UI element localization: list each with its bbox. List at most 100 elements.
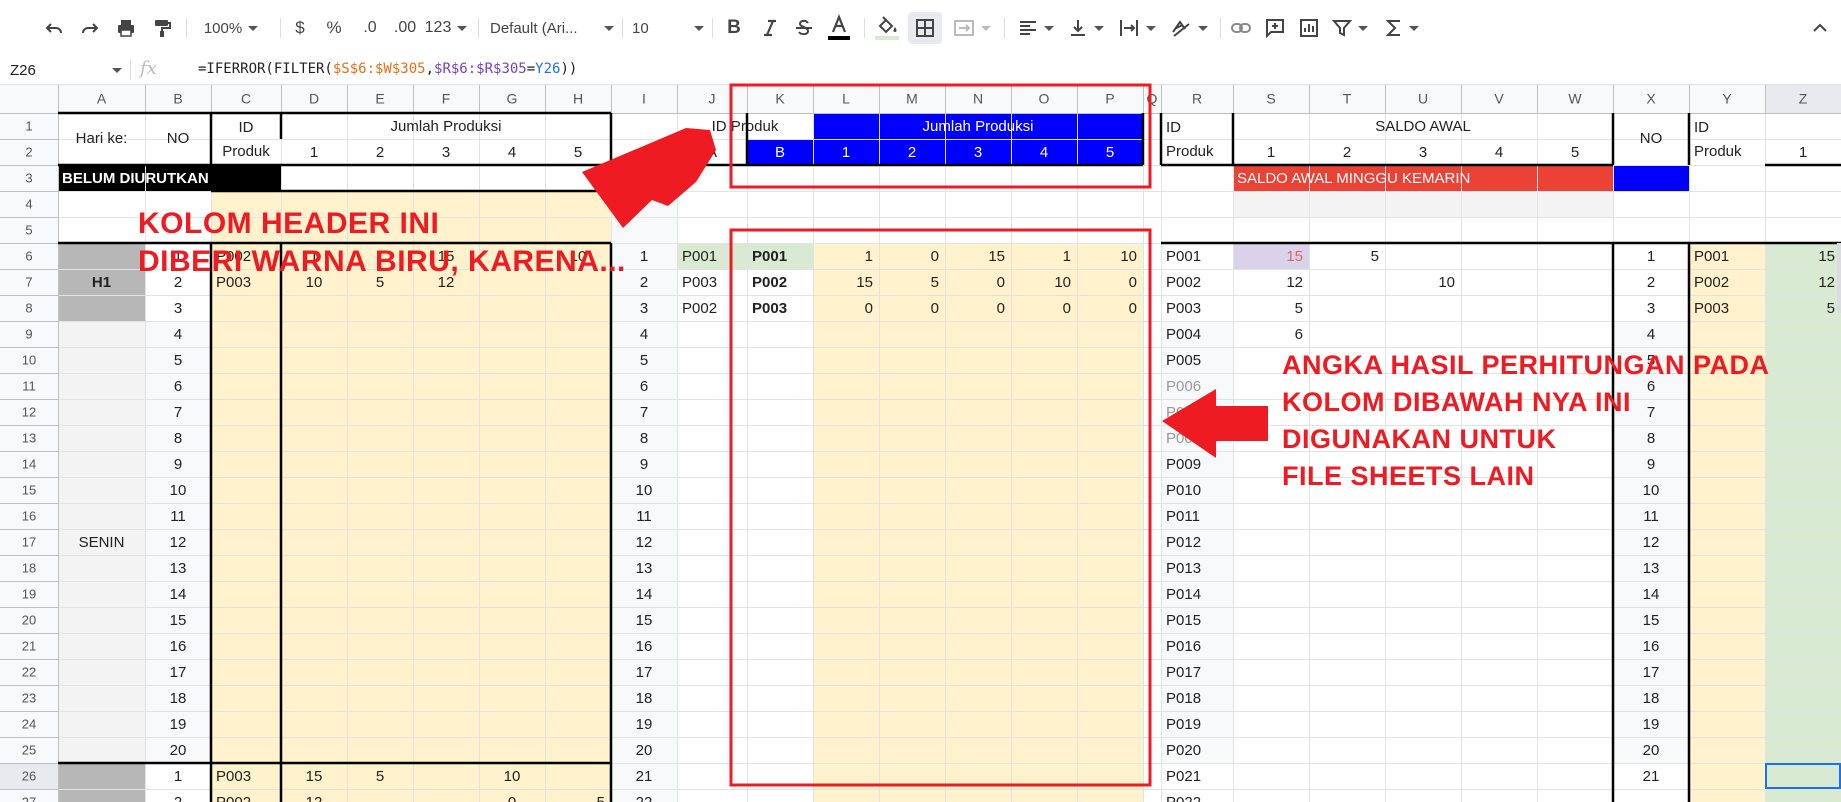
filter-button[interactable] [1328,12,1372,44]
align-bottom-icon [1071,20,1085,36]
horizontal-align-button[interactable] [1014,12,1058,44]
row-header-10: 10 [22,352,36,367]
currency-button[interactable]: $ [288,12,312,44]
header-no-x: NO [1640,130,1663,147]
y-id: P003 [1694,300,1729,317]
row-header-11: 11 [22,378,36,393]
row-header-4: 4 [25,196,32,211]
paint-format-button[interactable] [148,12,176,44]
row-header-17: 17 [22,534,36,549]
row-header-25: 25 [22,742,36,757]
row-header-23: 23 [22,690,36,705]
collapse-toolbar-button[interactable] [1808,12,1832,44]
row-26-header-selected [0,763,58,789]
b-number: 7 [174,404,182,421]
i-number: 8 [640,430,648,447]
insert-link-button[interactable] [1226,12,1256,44]
i-number: 12 [636,534,653,551]
column-header-K: K [775,91,785,107]
header-day-saldo-3: 3 [1419,144,1427,161]
mid-value: 5 [931,274,939,291]
link-icon [1231,23,1251,33]
row-header-15: 15 [22,482,36,497]
print-button[interactable] [112,12,140,44]
font-family-select[interactable]: Default (Ari... [490,12,614,44]
print-icon [118,20,134,37]
undo-button[interactable] [40,12,68,44]
j6-fill [677,243,747,269]
text-rotation-button[interactable] [1166,12,1212,44]
redo-button[interactable] [76,12,104,44]
functions-button[interactable] [1380,12,1424,44]
percent-button[interactable]: % [322,12,346,44]
r-id: P013 [1166,560,1201,577]
row-header-2: 2 [25,144,32,159]
mid-value: 0 [1063,300,1071,317]
s6-fill [1233,243,1309,269]
x-number: 11 [1643,508,1659,525]
text-wrapping-button[interactable] [1114,12,1160,44]
fill-color-icon [875,16,899,40]
i-number: 10 [636,482,653,499]
merge-cells-button[interactable] [948,12,996,44]
chevron-down-icon [604,25,614,31]
header-col-a: A [707,144,717,161]
chart-icon [1300,19,1318,37]
vertical-align-button[interactable] [1064,12,1108,44]
zoom-select[interactable]: 100% [196,12,266,44]
column-header-N: N [973,91,983,107]
font-size-value: 10 [632,19,649,37]
h2-group-fill [58,763,145,802]
row-header-13: 13 [22,430,36,445]
column-header-F: F [442,91,451,107]
filter-icon [1332,20,1352,37]
column-header-M: M [906,91,918,107]
bold-icon: B [727,17,741,38]
r-id: P010 [1166,482,1201,499]
font-family-value: Default (Ari... [490,19,578,37]
i-number: 3 [640,300,648,317]
vertical-scrollbar[interactable] [1837,243,1841,313]
italic-button[interactable] [756,12,784,44]
i-number: 9 [640,456,648,473]
mid-value: 10 [1054,274,1071,291]
fx-icon: fx [140,58,157,79]
b-number: 3 [174,300,182,317]
insert-comment-button[interactable] [1260,12,1290,44]
b-number: 10 [170,482,187,499]
r-col-fill [1161,321,1233,763]
i-number: 15 [636,612,653,629]
decrease-decimal-button[interactable]: .0 [354,12,386,44]
column-header-P: P [1105,91,1114,107]
name-box[interactable]: Z26 [0,56,128,84]
header-blue-b [747,139,813,165]
formula-ref: Y26 [535,61,561,77]
bold-button[interactable]: B [720,12,748,44]
formula-input[interactable]: =IFERROR(FILTER($S$6:$W$305,$R$6:$R$305=… [198,61,577,77]
fill-color-button[interactable] [872,12,902,44]
column-header-A: A [97,91,107,107]
text-color-button[interactable] [824,12,854,44]
r-id: P022 [1166,794,1201,802]
borders-button[interactable] [908,12,942,44]
r-id: P014 [1166,586,1201,603]
left-value: 12 [306,794,323,802]
left-value: 5 [376,768,384,785]
selected-cell-z26[interactable] [1765,763,1841,789]
column-header-H: H [573,91,583,107]
x-number: 2 [1647,274,1655,291]
header-day-mid-1: 1 [842,144,850,161]
header-id-produk-mid: ID Produk [712,118,779,135]
strikethrough-button[interactable] [790,12,818,44]
chevron-down-icon [112,68,122,73]
font-size-select[interactable]: 10 [632,12,704,44]
r-id: P004 [1166,326,1201,343]
i-number: 6 [640,378,648,395]
chevron-down-icon [1358,25,1368,31]
number-format-select[interactable]: 123 [424,12,468,44]
chevron-down-icon [694,25,704,31]
t-value: 5 [1371,248,1379,265]
increase-decimal-button[interactable]: .00 [388,12,422,44]
b-number: 2 [174,794,182,802]
insert-chart-button[interactable] [1294,12,1324,44]
